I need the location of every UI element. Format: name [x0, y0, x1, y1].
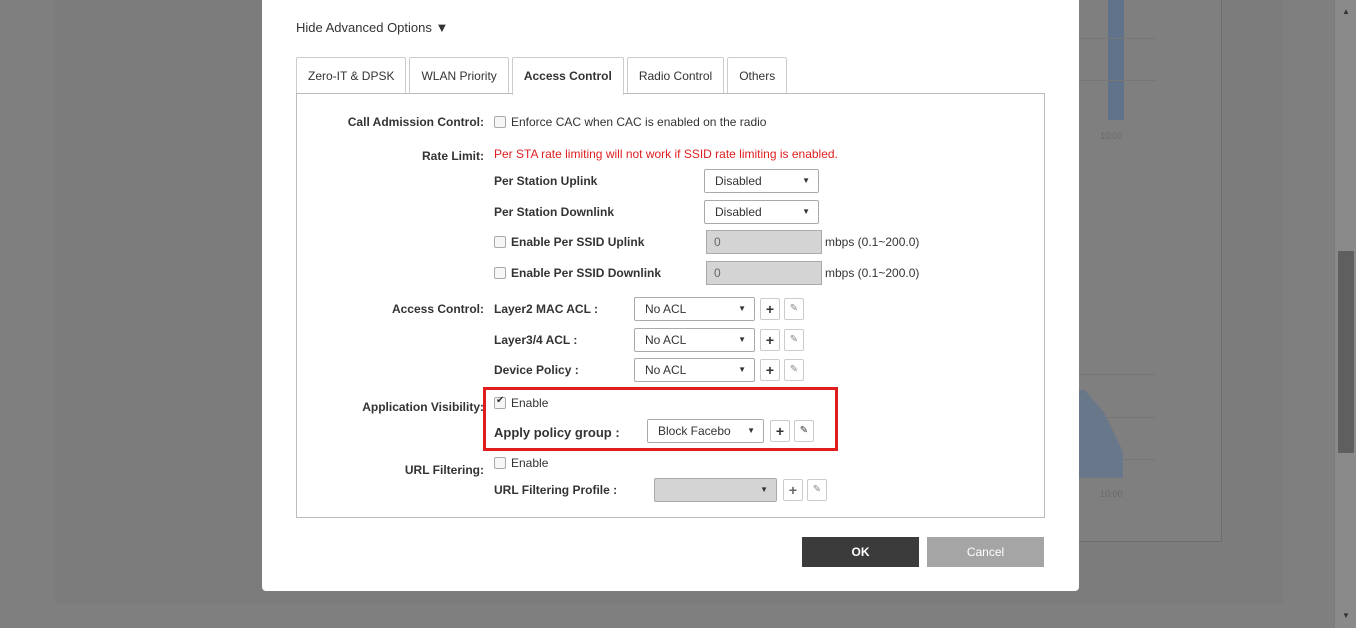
edit-url-filtering-profile-button[interactable]: ✎	[807, 479, 827, 501]
layer2-mac-acl-value: No ACL	[645, 302, 687, 316]
rate-limit-label: Rate Limit:	[421, 149, 484, 163]
tab-zero-it-dpsk[interactable]: Zero-IT & DPSK	[296, 57, 407, 93]
chevron-down-icon: ▼	[802, 207, 810, 216]
edit-layer34-acl-button[interactable]: ✎	[784, 329, 804, 351]
ssid-downlink-label: Enable Per SSID Downlink	[511, 266, 662, 280]
url-filtering-enable-row[interactable]: Enable	[494, 456, 548, 470]
plus-icon: +	[765, 332, 775, 348]
device-policy-label: Device Policy :	[494, 363, 579, 377]
access-control-panel: Call Admission Control: Enforce CAC when…	[296, 93, 1045, 518]
layer34-acl-value: No ACL	[645, 333, 687, 347]
url-filtering-enable-label: Enable	[511, 456, 549, 470]
add-layer34-acl-button[interactable]: +	[760, 329, 780, 351]
layer2-mac-acl-label: Layer2 MAC ACL :	[494, 302, 599, 316]
plus-icon: +	[765, 301, 775, 317]
access-control-label: Access Control:	[391, 302, 484, 316]
tab-wlan-priority[interactable]: WLAN Priority	[409, 57, 509, 93]
tab-others[interactable]: Others	[727, 57, 788, 93]
hide-advanced-options-link[interactable]: Hide Advanced Options ▼	[296, 20, 448, 35]
per-station-downlink-select[interactable]: Disabled ▼	[704, 200, 819, 224]
tab-access-control[interactable]: Access Control	[511, 57, 624, 95]
ssid-downlink-unit: mbps (0.1~200.0)	[825, 266, 920, 280]
chevron-down-icon: ▼	[738, 365, 746, 374]
edit-layer2-acl-button[interactable]: ✎	[784, 298, 804, 320]
plus-icon: +	[765, 362, 775, 378]
url-filtering-checkbox[interactable]	[494, 457, 506, 469]
chart-tick-label: 10:00	[1100, 489, 1123, 499]
chevron-down-icon: ▼	[738, 335, 746, 344]
background-chart-bar	[1108, 0, 1124, 120]
cac-checkbox-label: Enforce CAC when CAC is enabled on the r…	[511, 115, 767, 129]
scroll-down-icon[interactable]: ▼	[1335, 608, 1356, 624]
device-policy-value: No ACL	[645, 363, 687, 377]
chart-gridline	[1078, 80, 1155, 81]
ssid-uplink-input[interactable]: 0	[706, 230, 822, 254]
edit-device-policy-button[interactable]: ✎	[784, 359, 804, 381]
ssid-uplink-unit: mbps (0.1~200.0)	[825, 235, 920, 249]
ok-button[interactable]: OK	[802, 537, 919, 567]
ssid-downlink-checkbox[interactable]	[494, 267, 506, 279]
ssid-uplink-checkbox[interactable]	[494, 236, 506, 248]
page-scrollbar[interactable]: ▲ ▼	[1334, 0, 1356, 628]
chevron-down-icon: ▼	[802, 176, 810, 185]
annotation-highlight-box	[483, 387, 838, 451]
url-filtering-label: URL Filtering:	[404, 463, 484, 477]
device-policy-select[interactable]: No ACL ▼	[634, 358, 755, 382]
layer2-mac-acl-select[interactable]: No ACL ▼	[634, 297, 755, 321]
chart-tick-label: 10:00	[1100, 131, 1123, 141]
cac-checkbox-row[interactable]: Enforce CAC when CAC is enabled on the r…	[494, 115, 766, 129]
wlan-edit-dialog: Hide Advanced Options ▼ Zero-IT & DPSK W…	[262, 0, 1079, 591]
ssid-downlink-row[interactable]: Enable Per SSID Downlink	[494, 266, 661, 280]
cac-checkbox[interactable]	[494, 116, 506, 128]
pencil-icon: ✎	[812, 484, 822, 495]
add-url-filtering-profile-button[interactable]: +	[783, 479, 803, 501]
layer34-acl-select[interactable]: No ACL ▼	[634, 328, 755, 352]
rate-limit-warning: Per STA rate limiting will not work if S…	[494, 147, 838, 161]
pencil-icon: ✎	[789, 334, 799, 345]
per-station-uplink-label: Per Station Uplink	[494, 174, 598, 188]
ssid-downlink-input[interactable]: 0	[706, 261, 822, 285]
per-station-downlink-value: Disabled	[715, 205, 762, 219]
tab-radio-control[interactable]: Radio Control	[626, 57, 725, 93]
tab-bar: Zero-IT & DPSK WLAN Priority Access Cont…	[296, 57, 790, 95]
add-layer2-acl-button[interactable]: +	[760, 298, 780, 320]
url-filtering-profile-label: URL Filtering Profile :	[494, 483, 618, 497]
url-filtering-profile-select[interactable]: ▼	[654, 478, 777, 502]
ssid-uplink-label: Enable Per SSID Uplink	[511, 235, 645, 249]
per-station-downlink-label: Per Station Downlink	[494, 205, 615, 219]
chart-gridline	[1078, 38, 1155, 39]
scroll-up-icon[interactable]: ▲	[1335, 4, 1356, 20]
per-station-uplink-select[interactable]: Disabled ▼	[704, 169, 819, 193]
chevron-down-icon: ▼	[760, 485, 768, 494]
application-visibility-label: Application Visibility:	[362, 400, 484, 414]
layer34-acl-label: Layer3/4 ACL :	[494, 333, 578, 347]
ssid-uplink-row[interactable]: Enable Per SSID Uplink	[494, 235, 644, 249]
scroll-thumb[interactable]	[1338, 251, 1354, 453]
pencil-icon: ✎	[789, 303, 799, 314]
chevron-down-icon: ▼	[738, 304, 746, 313]
add-device-policy-button[interactable]: +	[760, 359, 780, 381]
plus-icon: +	[788, 482, 798, 498]
call-admission-label: Call Admission Control:	[347, 115, 484, 129]
per-station-uplink-value: Disabled	[715, 174, 762, 188]
cancel-button[interactable]: Cancel	[927, 537, 1044, 567]
chart-gridline	[1078, 374, 1155, 375]
pencil-icon: ✎	[789, 364, 799, 375]
